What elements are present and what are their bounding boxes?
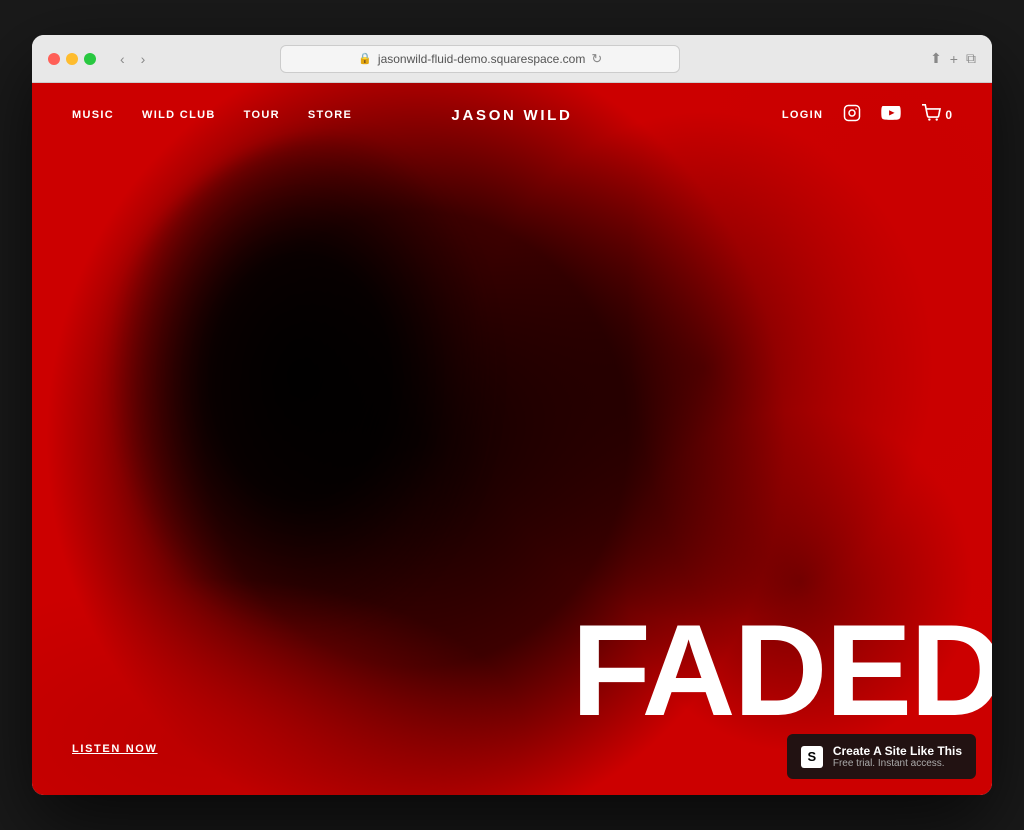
listen-now-link[interactable]: LISTEN NOW — [72, 743, 158, 755]
site-content: MUSIC WILD CLUB TOUR STORE JASON WILD LO… — [32, 83, 992, 795]
navbar: MUSIC WILD CLUB TOUR STORE JASON WILD LO… — [32, 83, 992, 147]
login-link[interactable]: LOGIN — [782, 109, 823, 121]
tab-overview-button[interactable]: ⧉ — [966, 50, 976, 67]
browser-actions: ⬆ + ⧉ — [930, 50, 976, 67]
lock-icon: 🔒 — [358, 52, 372, 65]
badge-subtitle: Free trial. Instant access. — [833, 758, 962, 769]
nav-tour[interactable]: TOUR — [244, 109, 280, 121]
browser-window: ‹ › 🔒 jasonwild-fluid-demo.squarespace.c… — [32, 35, 992, 795]
nav-left: MUSIC WILD CLUB TOUR STORE — [72, 109, 352, 121]
new-tab-button[interactable]: + — [950, 50, 958, 67]
share-button[interactable]: ⬆ — [930, 50, 942, 67]
site-brand[interactable]: JASON WILD — [451, 107, 572, 124]
instagram-icon[interactable] — [843, 104, 861, 127]
traffic-lights — [48, 53, 96, 65]
cart-icon — [921, 104, 941, 127]
nav-right: LOGIN — [782, 104, 952, 127]
reload-icon: ↻ — [591, 51, 602, 67]
nav-music[interactable]: MUSIC — [72, 109, 114, 121]
cart-wrapper[interactable]: 0 — [921, 104, 952, 127]
hero-title: FADED — [571, 605, 992, 735]
browser-chrome: ‹ › 🔒 jasonwild-fluid-demo.squarespace.c… — [32, 35, 992, 83]
forward-icon: › — [141, 51, 146, 67]
maximize-button[interactable] — [84, 53, 96, 65]
browser-controls: ‹ › — [116, 49, 149, 69]
url-text: jasonwild-fluid-demo.squarespace.com — [378, 52, 585, 66]
cart-count: 0 — [945, 108, 952, 122]
close-button[interactable] — [48, 53, 60, 65]
nav-store[interactable]: STORE — [308, 109, 352, 121]
address-bar[interactable]: 🔒 jasonwild-fluid-demo.squarespace.com ↻ — [280, 45, 680, 73]
badge-title: Create A Site Like This — [833, 744, 962, 758]
minimize-button[interactable] — [66, 53, 78, 65]
nav-wild-club[interactable]: WILD CLUB — [142, 109, 216, 121]
back-icon: ‹ — [120, 51, 125, 67]
youtube-icon[interactable] — [881, 106, 901, 125]
squarespace-logo-letter: S — [808, 749, 817, 764]
forward-button[interactable]: › — [137, 49, 150, 69]
squarespace-badge[interactable]: S Create A Site Like This Free trial. In… — [787, 734, 976, 779]
badge-text: Create A Site Like This Free trial. Inst… — [833, 744, 962, 769]
squarespace-logo: S — [801, 746, 823, 768]
back-button[interactable]: ‹ — [116, 49, 129, 69]
